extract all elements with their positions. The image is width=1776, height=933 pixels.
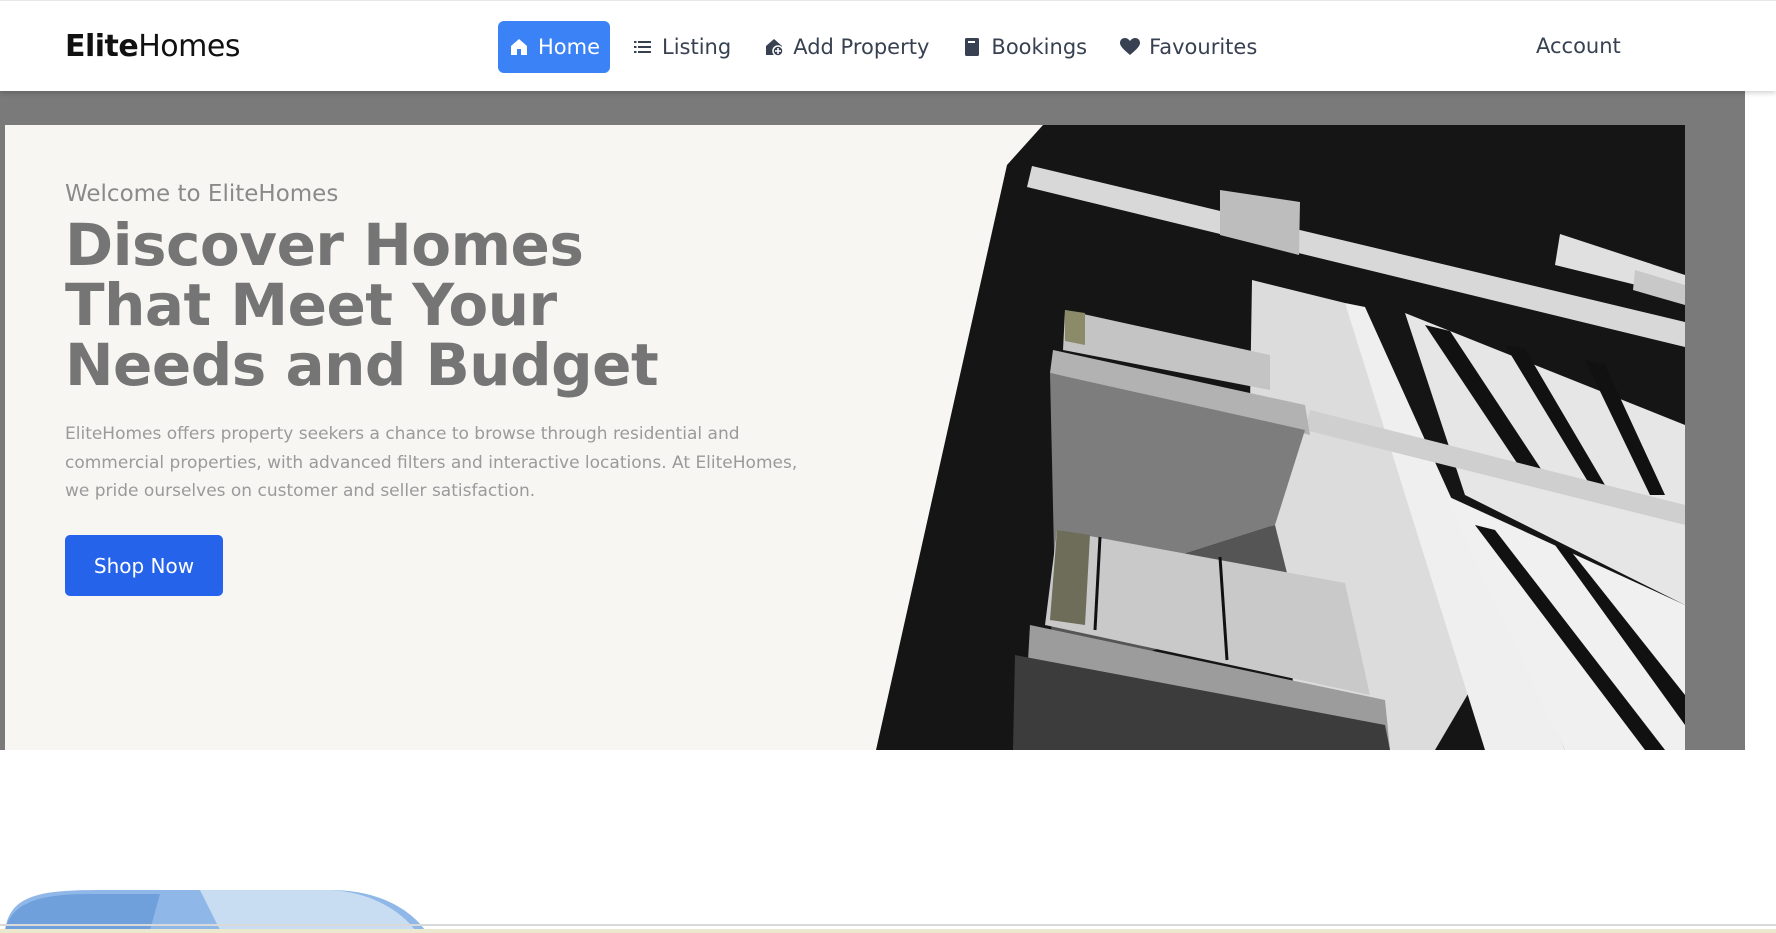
nav-item-listing[interactable]: Listing	[622, 21, 741, 73]
brand-logo[interactable]: EliteHomes	[65, 29, 240, 64]
book-icon	[961, 36, 983, 58]
nav-item-favourites[interactable]: Favourites	[1109, 21, 1267, 73]
top-navbar: EliteHomes Home Listing Add Property Boo…	[0, 0, 1776, 91]
add-home-icon	[763, 36, 785, 58]
hero-section: Welcome to EliteHomes Discover Homes Tha…	[5, 125, 1685, 750]
account-link[interactable]: Account	[1536, 34, 1621, 58]
list-icon	[632, 36, 654, 58]
hero-headline: Discover Homes That Meet Your Needs and …	[65, 211, 659, 399]
home-icon	[508, 36, 530, 58]
divider	[0, 924, 1776, 926]
hero-description: EliteHomes offers property seekers a cha…	[65, 424, 798, 501]
nav-item-label: Bookings	[991, 35, 1088, 59]
nav-item-label: Listing	[662, 35, 732, 59]
brand-logo-strong: Elite	[65, 29, 139, 64]
nav-item-add-property[interactable]: Add Property	[753, 21, 939, 73]
nav-item-label: Favourites	[1149, 35, 1258, 59]
brand-logo-light: Homes	[138, 29, 240, 64]
window-bottom-edge	[0, 929, 1776, 933]
shop-now-button[interactable]: Shop Now	[65, 535, 223, 596]
hero-welcome-text: Welcome to EliteHomes	[65, 181, 339, 207]
nav-item-label: Home	[538, 35, 601, 59]
nav-item-bookings[interactable]: Bookings	[951, 21, 1097, 73]
nav-item-home[interactable]: Home	[498, 21, 611, 73]
nav-item-label: Add Property	[793, 35, 930, 59]
heart-icon	[1119, 36, 1141, 58]
property-image-preview	[0, 880, 440, 930]
main-nav: Home Listing Add Property Bookings Favou…	[498, 21, 1279, 73]
